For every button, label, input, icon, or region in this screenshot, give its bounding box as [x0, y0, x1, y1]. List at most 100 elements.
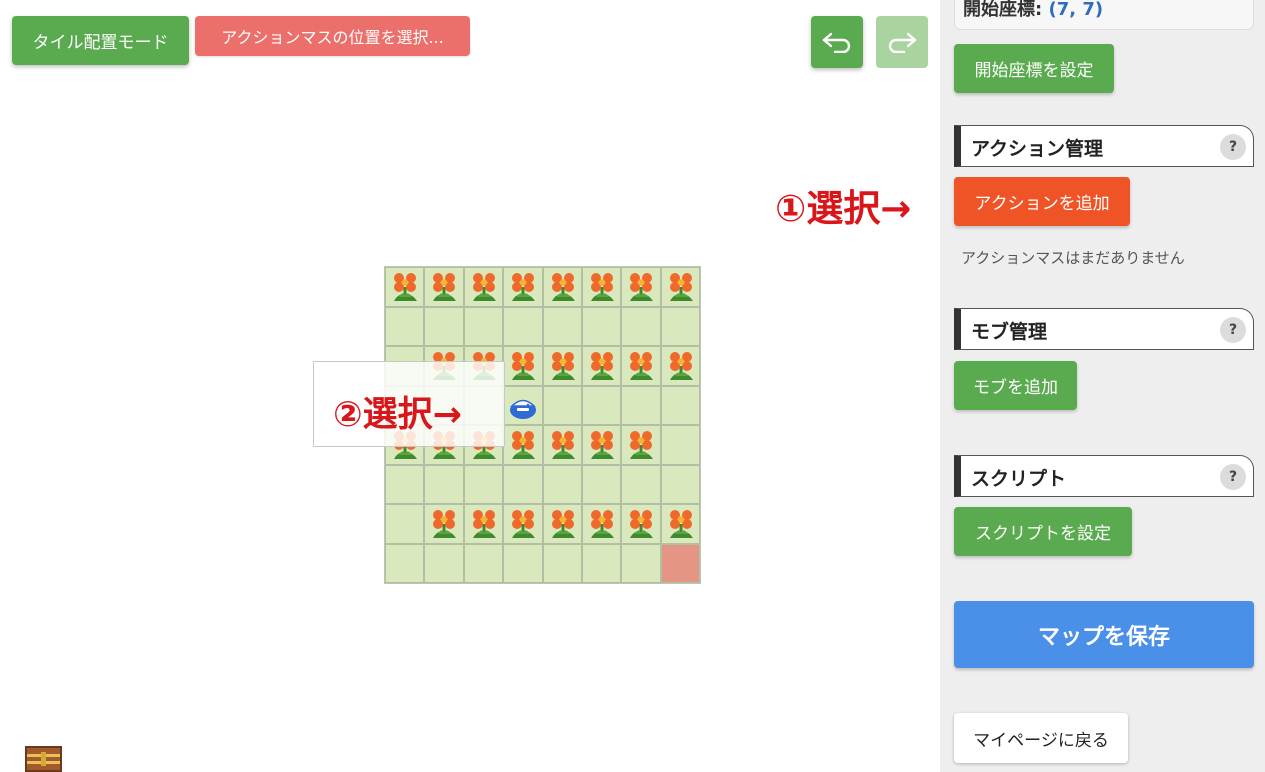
flower-tile[interactable] [621, 425, 661, 465]
flower-tile[interactable] [581, 267, 622, 307]
flower-icon [669, 273, 693, 301]
flower-icon [590, 352, 614, 380]
flower-icon [433, 510, 457, 538]
grass-tile[interactable] [542, 464, 582, 504]
redo-arrow-icon [888, 32, 917, 53]
flower-tile[interactable] [542, 425, 582, 465]
mob-section-title: モブ管理 [971, 321, 1048, 343]
grass-tile[interactable] [424, 464, 464, 504]
script-help-icon[interactable]: ? [1220, 464, 1246, 490]
flower-tile[interactable] [660, 504, 700, 544]
grass-tile[interactable] [463, 543, 504, 583]
flower-tile[interactable] [581, 425, 622, 465]
flower-icon [512, 510, 536, 538]
mob-help-icon[interactable]: ? [1220, 317, 1246, 343]
grass-tile[interactable] [385, 464, 425, 504]
grass-tile[interactable] [660, 385, 700, 425]
start-coordinate-label: 開始座標: [963, 0, 1043, 20]
grass-tile[interactable] [660, 425, 700, 465]
flower-tile[interactable] [463, 504, 504, 544]
grass-tile[interactable] [660, 306, 700, 346]
grass-tile[interactable] [542, 306, 582, 346]
grass-tile[interactable] [463, 306, 504, 346]
grass-tile[interactable] [503, 306, 543, 346]
flower-tile[interactable] [621, 346, 661, 386]
grass-tile[interactable] [503, 464, 543, 504]
mob-icon [510, 399, 537, 419]
set-start-coordinate-button[interactable]: 開始座標を設定 [954, 44, 1114, 93]
script-section-title: スクリプト [971, 468, 1067, 490]
grass-tile[interactable] [621, 306, 661, 346]
no-action-message: アクションマスはまだありません [961, 249, 1185, 267]
flower-tile[interactable] [542, 504, 582, 544]
grass-tile[interactable] [621, 385, 661, 425]
grass-tile[interactable] [424, 306, 464, 346]
tile-mode-button[interactable]: タイル配置モード [12, 16, 189, 65]
grass-tile[interactable] [621, 464, 661, 504]
treasure-chest-icon[interactable] [25, 746, 62, 772]
grass-tile[interactable] [621, 543, 661, 583]
add-mob-button[interactable]: モブを追加 [954, 361, 1077, 410]
flower-tile[interactable] [581, 346, 622, 386]
flower-icon [590, 273, 614, 301]
start-coordinate-value: (7, 7) [1048, 0, 1104, 20]
flower-icon [590, 431, 614, 459]
flower-icon [512, 352, 536, 380]
map-editor: タイル配置モード アクションマスの位置を選択... ①選択→ ②選択→ 開始座標… [0, 0, 1265, 772]
action-position-select-button[interactable]: アクションマスの位置を選択... [195, 16, 470, 56]
flower-icon [630, 431, 654, 459]
grass-tile[interactable] [385, 504, 425, 544]
step2-annotation: ②選択→ [333, 395, 462, 435]
flower-tile[interactable] [542, 346, 582, 386]
grass-tile[interactable] [542, 543, 582, 583]
flower-icon [472, 273, 496, 301]
flower-tile[interactable] [424, 267, 464, 307]
flower-icon [433, 273, 457, 301]
action-help-icon[interactable]: ? [1220, 134, 1246, 160]
flower-icon [551, 273, 575, 301]
start-coordinate-display: 開始座標: (7, 7) [954, 0, 1254, 30]
grass-tile[interactable] [581, 543, 622, 583]
mob-tile[interactable] [503, 385, 543, 425]
back-to-mypage-button[interactable]: マイページに戻る [954, 713, 1128, 763]
flower-tile[interactable] [503, 504, 543, 544]
undo-button[interactable] [811, 16, 863, 68]
grass-tile[interactable] [385, 543, 425, 583]
selected-destination-tile[interactable] [660, 543, 700, 583]
add-action-button[interactable]: アクションを追加 [954, 177, 1130, 226]
flower-tile[interactable] [621, 267, 661, 307]
flower-icon [472, 510, 496, 538]
mob-section-header: モブ管理 ? [954, 308, 1254, 350]
flower-tile[interactable] [385, 267, 425, 307]
grass-tile[interactable] [463, 464, 504, 504]
flower-tile[interactable] [660, 267, 700, 307]
flower-tile[interactable] [581, 504, 622, 544]
grass-tile[interactable] [660, 464, 700, 504]
set-script-button[interactable]: スクリプトを設定 [954, 507, 1132, 556]
flower-icon [630, 510, 654, 538]
grass-tile[interactable] [581, 464, 622, 504]
flower-tile[interactable] [503, 346, 543, 386]
flower-icon [669, 510, 693, 538]
grass-tile[interactable] [581, 306, 622, 346]
flower-icon [394, 273, 417, 301]
flower-icon [512, 273, 536, 301]
flower-icon [512, 431, 536, 459]
script-section-header: スクリプト ? [954, 455, 1254, 497]
flower-tile[interactable] [463, 267, 504, 307]
grass-tile[interactable] [385, 306, 425, 346]
redo-button[interactable] [876, 16, 928, 68]
grass-tile[interactable] [581, 385, 622, 425]
flower-tile[interactable] [503, 267, 543, 307]
flower-tile[interactable] [660, 346, 700, 386]
grass-tile[interactable] [424, 543, 464, 583]
flower-tile[interactable] [542, 267, 582, 307]
flower-tile[interactable] [424, 504, 464, 544]
flower-tile[interactable] [621, 504, 661, 544]
grass-tile[interactable] [503, 543, 543, 583]
flower-icon [669, 352, 693, 380]
grass-tile[interactable] [542, 385, 582, 425]
save-map-button[interactable]: マップを保存 [954, 601, 1254, 668]
action-section-title: アクション管理 [971, 138, 1104, 160]
flower-tile[interactable] [503, 425, 543, 465]
